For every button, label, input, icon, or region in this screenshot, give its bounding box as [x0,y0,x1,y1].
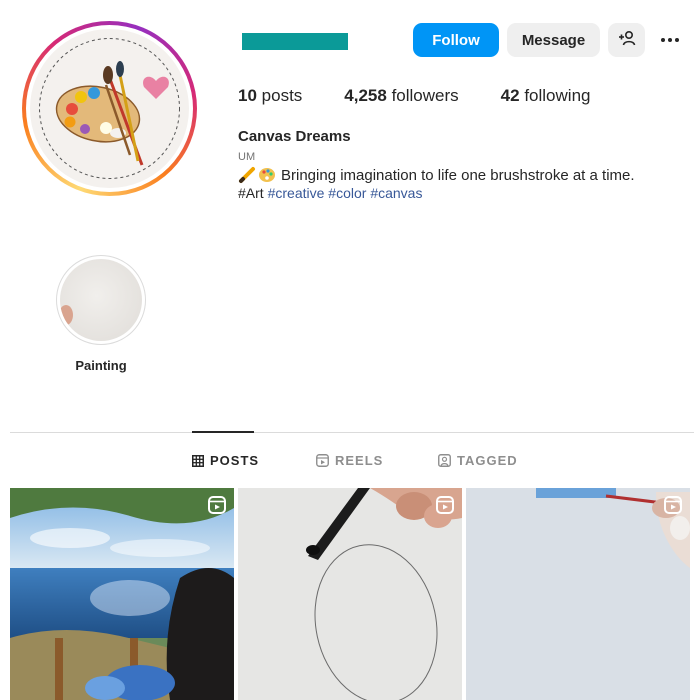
story-highlight[interactable] [56,255,146,345]
username-redacted [242,33,348,50]
tagged-icon [438,454,451,467]
pencil-emoji [238,166,256,184]
posts-label: posts [261,86,303,105]
follow-button[interactable]: Follow [413,23,499,57]
blank-canvas-image [466,488,690,700]
following-stat[interactable]: 42 following [501,86,591,106]
profile-full-name: Canvas Dreams [238,128,351,145]
tab-tagged-label: TAGGED [457,453,518,468]
message-button[interactable]: Message [507,23,600,57]
reel-icon [664,496,682,519]
followers-label: followers [391,86,459,105]
palette-logo-image [30,29,189,188]
tab-tagged[interactable]: TAGGED [438,453,518,468]
more-icon-dot [675,38,679,42]
oval-sketch-image [238,488,462,700]
more-options-button[interactable] [653,23,687,57]
active-tab-indicator [192,431,254,433]
tabs-divider [10,432,694,433]
post-thumbnail[interactable] [238,488,462,700]
hashtag-plain: #Art [238,185,264,201]
hashtag-link[interactable]: #color [328,185,366,201]
tab-reels[interactable]: REELS [316,453,383,468]
tab-reels-label: REELS [335,453,384,468]
following-count: 42 [500,86,520,105]
grid-icon [192,454,204,467]
posts-stat: 10 posts [238,86,302,106]
palette-emoji [258,166,276,184]
following-label: following [524,86,591,105]
hashtag-link[interactable]: #creative [268,185,325,201]
followers-stat[interactable]: 4,258 followers [344,86,458,106]
post-thumbnail[interactable] [10,488,234,700]
add-user-icon [618,30,636,50]
more-icon [661,38,665,42]
profile-category: UM [238,151,256,163]
post-thumbnail[interactable] [466,488,690,700]
profile-stats: 10 posts 4,258 followers 42 following [238,86,632,106]
tab-posts-label: POSTS [210,453,260,468]
more-icon-dot [668,38,672,42]
highlight-thumbnail [60,259,142,341]
profile-bio: Bringing imagination to life one brushst… [238,166,635,184]
add-user-button[interactable] [608,23,645,57]
followers-count: 4,258 [344,86,387,105]
tab-posts[interactable]: POSTS [192,453,259,468]
reel-icon [436,496,454,519]
posts-count: 10 [238,86,257,105]
sea-painting-image [10,488,234,700]
bio-hashtags: #Art #creative #color #canvas [238,185,422,201]
hashtag-link[interactable]: #canvas [370,185,422,201]
bio-text: Bringing imagination to life one brushst… [281,166,635,184]
reels-icon [316,454,329,467]
profile-avatar[interactable] [22,21,197,196]
highlight-label: Painting [75,358,127,373]
reel-icon [208,496,226,519]
avatar-border [26,25,193,192]
